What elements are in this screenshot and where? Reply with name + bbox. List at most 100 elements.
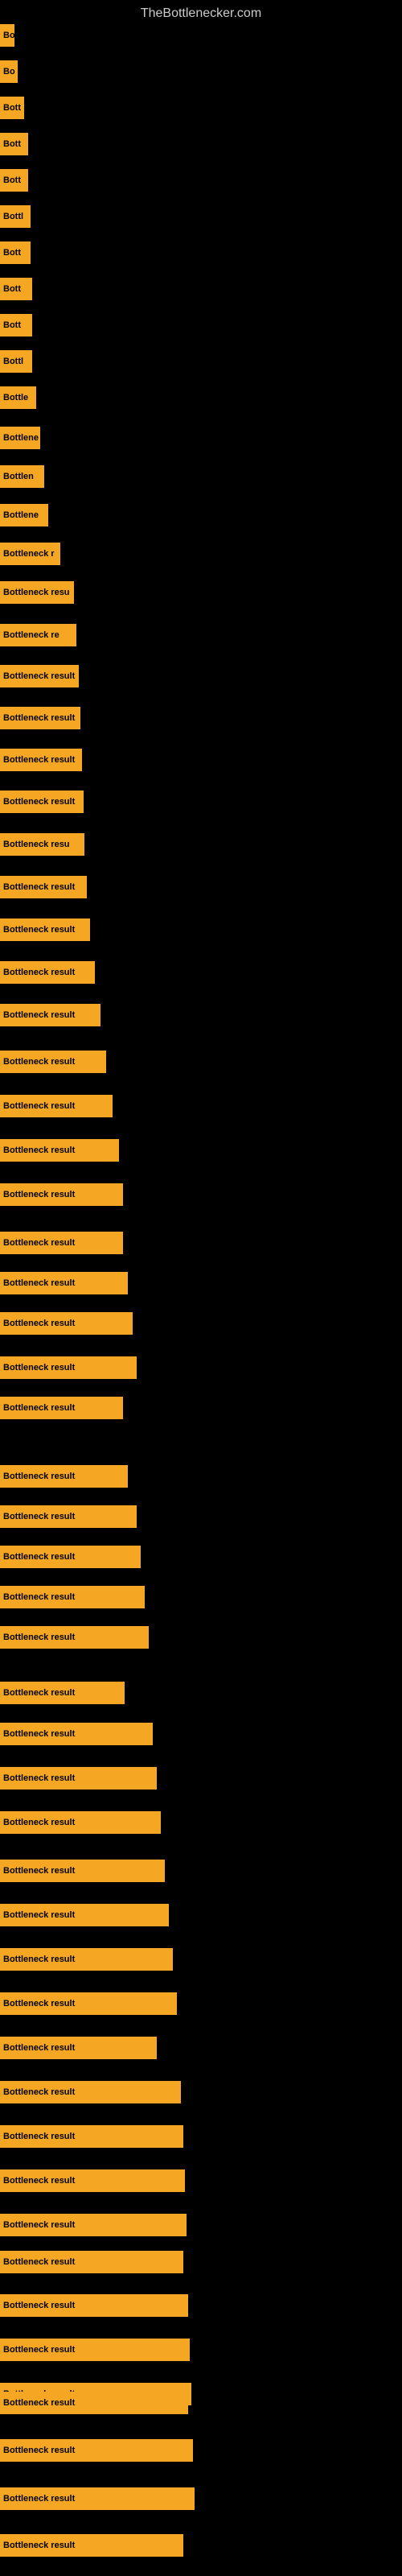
bar-label: Bottleneck result — [3, 2132, 75, 2141]
bar-label: Bottleneck result — [3, 1592, 75, 1602]
bar-label: Bottleneck result — [3, 1955, 75, 1964]
bar-row: Bottleneck result — [0, 2081, 181, 2103]
bar-label: Bottleneck result — [3, 713, 75, 723]
bar-label: Bottleneck result — [3, 925, 75, 935]
bar-row: Bottleneck result — [0, 1811, 161, 1834]
bar: Bottleneck result — [0, 1004, 100, 1026]
bar-label: Bottl — [3, 357, 23, 366]
bar-label: Bottleneck result — [3, 2301, 75, 2310]
bar-label: Bottlene — [3, 433, 39, 443]
bar-row: Bottleneck resu — [0, 833, 84, 856]
bar-row: Bott — [0, 97, 24, 119]
bar-row: Bott — [0, 169, 28, 192]
bar: Bott — [0, 242, 31, 264]
bar-row: Bottleneck result — [0, 1948, 173, 1971]
bar-row: Bottlene — [0, 427, 40, 449]
bar: Bottleneck result — [0, 1183, 123, 1206]
bar-row: Bottleneck result — [0, 749, 82, 771]
bar: Bottl — [0, 350, 32, 373]
site-title: TheBottlenecker.com — [0, 0, 402, 24]
bar-label: Bottleneck result — [3, 1818, 75, 1827]
bar-label: Bottle — [3, 393, 28, 402]
bar-label: Bottleneck result — [3, 1552, 75, 1562]
bar: Bottleneck result — [0, 1546, 141, 1568]
bar-label: Bottleneck result — [3, 2446, 75, 2455]
bar-row: Bottleneck result — [0, 2487, 195, 2510]
bar-label: Bottleneck result — [3, 1363, 75, 1373]
bar-label: Bottleneck result — [3, 2176, 75, 2186]
bar-label: Bottleneck result — [3, 1238, 75, 1248]
bar-row: Bottleneck result — [0, 707, 80, 729]
bar-row: Bottle — [0, 386, 36, 409]
bar-row: Bott — [0, 314, 32, 336]
bar-row: Bottleneck result — [0, 1723, 153, 1745]
bar-label: Bottleneck resu — [3, 840, 70, 849]
bar: Bottleneck result — [0, 2439, 193, 2462]
bar-label: Bott — [3, 103, 21, 113]
bar-row: Bottleneck result — [0, 2169, 185, 2192]
bar: Bottlene — [0, 504, 48, 526]
bar-label: Bottleneck result — [3, 1866, 75, 1876]
bar: Bottle — [0, 386, 36, 409]
bar-row: Bottleneck result — [0, 665, 79, 687]
bar: Bottleneck result — [0, 1272, 128, 1294]
bar-row: Bottleneck result — [0, 1397, 123, 1419]
bar-row: Bottleneck result — [0, 2339, 190, 2361]
bar-row: Bottleneck result — [0, 1546, 141, 1568]
bar: Bottleneck result — [0, 2487, 195, 2510]
bar-row: Bottlen — [0, 465, 44, 488]
bar-label: Bottleneck result — [3, 755, 75, 765]
bar-row: Bottleneck result — [0, 1004, 100, 1026]
bar-label: Bottleneck result — [3, 1512, 75, 1521]
bar: Bottleneck resu — [0, 581, 74, 604]
bar: Bottleneck result — [0, 1505, 137, 1528]
bar: Bottleneck result — [0, 2214, 187, 2236]
bar-label: Bottleneck result — [3, 1910, 75, 1920]
bar: Bottleneck result — [0, 1465, 128, 1488]
bar-row: Bottleneck result — [0, 1312, 133, 1335]
bar-label: Bott — [3, 320, 21, 330]
bar: Bottleneck result — [0, 1767, 157, 1790]
bar-row: Bottleneck result — [0, 1992, 177, 2015]
bar-label: Bottleneck result — [3, 1633, 75, 1642]
bar-label: Bottleneck result — [3, 1010, 75, 1020]
bar: Bottleneck result — [0, 1586, 145, 1608]
bar-row: Bottleneck result — [0, 2251, 183, 2273]
bar: Bottleneck result — [0, 1992, 177, 2015]
bar-label: Bottleneck result — [3, 1146, 75, 1155]
bar-label: Bottleneck result — [3, 1319, 75, 1328]
bar-row: Bottleneck result — [0, 1767, 157, 1790]
bar: Bottleneck result — [0, 1723, 153, 1745]
bar-label: Bottleneck resu — [3, 588, 70, 597]
bar-label: Bottleneck result — [3, 2220, 75, 2230]
bar-row: Bottl — [0, 205, 31, 228]
bar: Bottleneck result — [0, 919, 90, 941]
bar: Bottleneck result — [0, 1397, 123, 1419]
bar-row: Bottleneck result — [0, 1095, 113, 1117]
bar: Bottleneck result — [0, 1626, 149, 1649]
bar-row: Bott — [0, 133, 28, 155]
bar: Bottleneck result — [0, 665, 79, 687]
bar-label: Bottleneck re — [3, 630, 59, 640]
bar-label: Bottleneck result — [3, 797, 75, 807]
bar: Bottleneck result — [0, 2339, 190, 2361]
bar: Bott — [0, 169, 28, 192]
bar-label: Bottleneck result — [3, 2087, 75, 2097]
bar-label: Bottleneck result — [3, 882, 75, 892]
bar-label: Bott — [3, 248, 21, 258]
bar: Bottleneck result — [0, 2392, 188, 2414]
bar: Bottleneck result — [0, 2125, 183, 2148]
bar-row: Bottleneck result — [0, 1232, 123, 1254]
bar-row: Bottleneck result — [0, 2037, 157, 2059]
bar-row: Bo — [0, 24, 14, 47]
bar: Bottlene — [0, 427, 40, 449]
bar: Bottleneck result — [0, 1860, 165, 1882]
bar: Bottleneck result — [0, 1051, 106, 1073]
bar: Bottleneck result — [0, 1682, 125, 1704]
bar-label: Bottleneck result — [3, 1278, 75, 1288]
bar-row: Bottleneck result — [0, 1465, 128, 1488]
bar-row: Bottleneck result — [0, 1139, 119, 1162]
bar-label: Bottleneck result — [3, 968, 75, 977]
bar: Bott — [0, 97, 24, 119]
bar: Bottleneck result — [0, 1095, 113, 1117]
